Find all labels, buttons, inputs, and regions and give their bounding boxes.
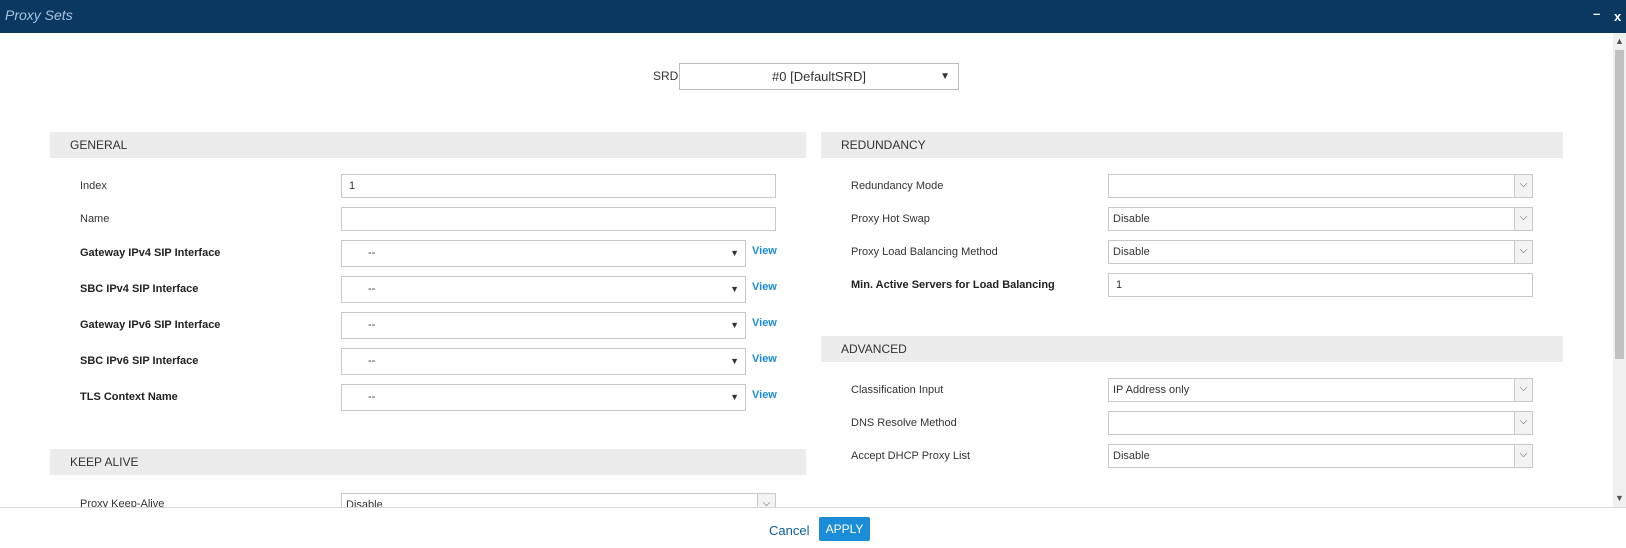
- cancel-button[interactable]: Cancel: [769, 523, 809, 538]
- chevron-down-icon: ⌵: [1514, 445, 1532, 467]
- srd-value: #0 [DefaultSRD]: [772, 69, 866, 84]
- gateway-ipv6-sip-interface-value: --: [368, 319, 376, 331]
- dialog-content: SRD #0 [DefaultSRD] ▼ GENERAL Index 1 Na…: [0, 33, 1613, 507]
- sbc-ipv6-sip-interface-select[interactable]: -- ▼: [341, 348, 746, 375]
- index-label: Index: [80, 180, 107, 192]
- srd-label: SRD: [653, 69, 679, 83]
- proxy-keep-alive-select[interactable]: Disable ⌵: [341, 493, 776, 507]
- section-general-header: GENERAL: [50, 132, 806, 158]
- proxy-keep-alive-label: Proxy Keep-Alive: [80, 498, 165, 507]
- proxy-load-balancing-method-label: Proxy Load Balancing Method: [851, 246, 998, 258]
- dropdown-arrow-icon: ▼: [730, 320, 739, 330]
- gateway-ipv6-view-link[interactable]: View: [752, 317, 777, 329]
- min-active-servers-input[interactable]: 1: [1108, 273, 1533, 297]
- scrollbar-thumb[interactable]: [1615, 50, 1624, 359]
- proxy-hot-swap-select[interactable]: Disable ⌵: [1108, 207, 1533, 231]
- sbc-ipv4-view-link[interactable]: View: [752, 281, 777, 293]
- section-redundancy-header: REDUNDANCY: [821, 132, 1563, 158]
- gateway-ipv6-sip-interface-label: Gateway IPv6 SIP Interface: [80, 319, 221, 331]
- proxy-load-balancing-method-select[interactable]: Disable ⌵: [1108, 240, 1533, 264]
- redundancy-mode-label: Redundancy Mode: [851, 180, 944, 192]
- gateway-ipv4-sip-interface-select[interactable]: -- ▼: [341, 240, 746, 267]
- tls-context-name-value: --: [368, 391, 376, 403]
- gateway-ipv6-sip-interface-select[interactable]: -- ▼: [341, 312, 746, 339]
- tls-context-name-label: TLS Context Name: [80, 391, 178, 403]
- apply-button[interactable]: APPLY: [819, 517, 870, 541]
- dropdown-arrow-icon: ▼: [730, 356, 739, 366]
- classification-input-value: IP Address only: [1113, 384, 1190, 396]
- dropdown-arrow-icon: ▼: [730, 284, 739, 294]
- sbc-ipv4-sip-interface-label: SBC IPv4 SIP Interface: [80, 283, 199, 295]
- dialog-footer: Cancel APPLY: [0, 507, 1626, 548]
- proxy-hot-swap-value: Disable: [1113, 213, 1150, 225]
- accept-dhcp-proxy-list-label: Accept DHCP Proxy List: [851, 450, 971, 462]
- sbc-ipv6-sip-interface-value: --: [368, 355, 376, 367]
- dropdown-arrow-icon: ▼: [940, 71, 950, 82]
- accept-dhcp-proxy-list-value: Disable: [1113, 450, 1150, 462]
- scroll-down-icon[interactable]: ▼: [1615, 494, 1624, 503]
- title-bar: Proxy Sets – x: [0, 0, 1626, 33]
- tls-context-view-link[interactable]: View: [752, 389, 777, 401]
- redundancy-mode-select[interactable]: ⌵: [1108, 174, 1533, 198]
- proxy-keep-alive-value: Disable: [346, 499, 383, 507]
- chevron-down-icon: ⌵: [1514, 241, 1532, 263]
- index-input[interactable]: 1: [341, 174, 776, 198]
- section-keep-alive-header: KEEP ALIVE: [50, 449, 806, 475]
- minimize-icon[interactable]: –: [1593, 6, 1600, 21]
- sbc-ipv4-sip-interface-select[interactable]: -- ▼: [341, 276, 746, 303]
- gateway-ipv4-sip-interface-label: Gateway IPv4 SIP Interface: [80, 247, 221, 259]
- dropdown-arrow-icon: ▼: [730, 248, 739, 258]
- classification-input-label: Classification Input: [851, 384, 944, 396]
- sbc-ipv4-sip-interface-value: --: [368, 283, 376, 295]
- chevron-down-icon: ⌵: [1514, 412, 1532, 434]
- proxy-hot-swap-label: Proxy Hot Swap: [851, 213, 930, 225]
- tls-context-name-select[interactable]: -- ▼: [341, 384, 746, 411]
- dns-resolve-method-select[interactable]: ⌵: [1108, 411, 1533, 435]
- scroll-up-icon[interactable]: ▲: [1615, 37, 1624, 46]
- classification-input-select[interactable]: IP Address only ⌵: [1108, 378, 1533, 402]
- chevron-down-icon: ⌵: [1514, 208, 1532, 230]
- vertical-scrollbar[interactable]: ▲ ▼: [1613, 33, 1626, 507]
- dns-resolve-method-label: DNS Resolve Method: [851, 417, 957, 429]
- name-label: Name: [80, 213, 110, 225]
- srd-dropdown[interactable]: #0 [DefaultSRD] ▼: [679, 63, 959, 90]
- name-input[interactable]: [341, 207, 776, 231]
- gateway-ipv4-sip-interface-value: --: [368, 247, 376, 259]
- sbc-ipv6-view-link[interactable]: View: [752, 353, 777, 365]
- chevron-down-icon: ⌵: [1514, 379, 1532, 401]
- gateway-ipv4-view-link[interactable]: View: [752, 245, 777, 257]
- close-icon[interactable]: x: [1614, 9, 1621, 24]
- dropdown-arrow-icon: ▼: [730, 392, 739, 402]
- min-active-servers-label: Min. Active Servers for Load Balancing: [851, 279, 1055, 291]
- accept-dhcp-proxy-list-select[interactable]: Disable ⌵: [1108, 444, 1533, 468]
- proxy-load-balancing-method-value: Disable: [1113, 246, 1150, 258]
- section-advanced-header: ADVANCED: [821, 336, 1563, 362]
- chevron-down-icon: ⌵: [1514, 175, 1532, 197]
- chevron-down-icon: ⌵: [757, 494, 775, 507]
- window-title: Proxy Sets: [5, 7, 73, 23]
- sbc-ipv6-sip-interface-label: SBC IPv6 SIP Interface: [80, 355, 199, 367]
